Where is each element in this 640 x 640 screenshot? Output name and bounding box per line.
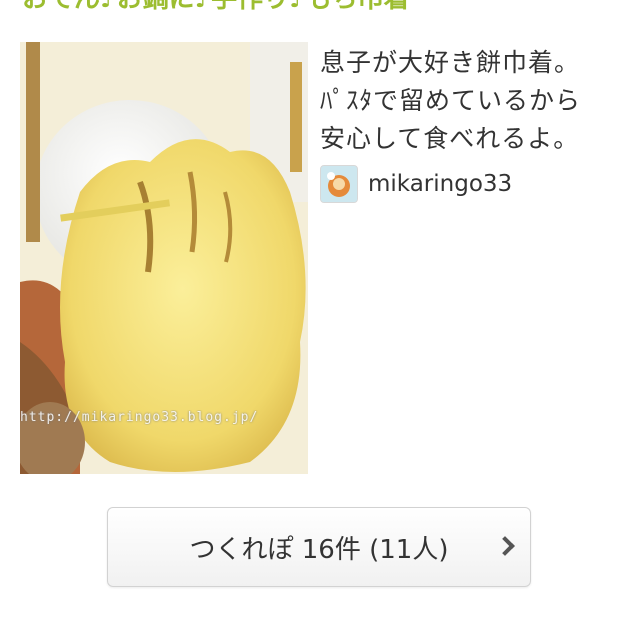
tsukurepo-button[interactable]: つくれぽ 16件 (11人) — [107, 507, 531, 587]
chevron-right-icon — [495, 536, 515, 556]
user-avatar-icon[interactable] — [320, 165, 358, 203]
recipe-description: 息子が大好き餅巾着。 ﾊﾟｽﾀで留めているから 安心して食べれるよ。 — [320, 48, 582, 153]
photo-watermark: http://mikaringo33.blog.jp/ — [20, 410, 259, 425]
recipe-photo[interactable]: http://mikaringo33.blog.jp/ — [20, 42, 308, 474]
avatar-image — [321, 166, 357, 202]
recipe-title[interactable]: おでん♪お鍋に♪手作り♪もち巾着 — [22, 0, 622, 14]
author[interactable]: mikaringo33 — [320, 165, 512, 203]
tsukurepo-label: つくれぽ 16件 (11人) — [189, 534, 449, 565]
author-name[interactable]: mikaringo33 — [368, 171, 512, 197]
